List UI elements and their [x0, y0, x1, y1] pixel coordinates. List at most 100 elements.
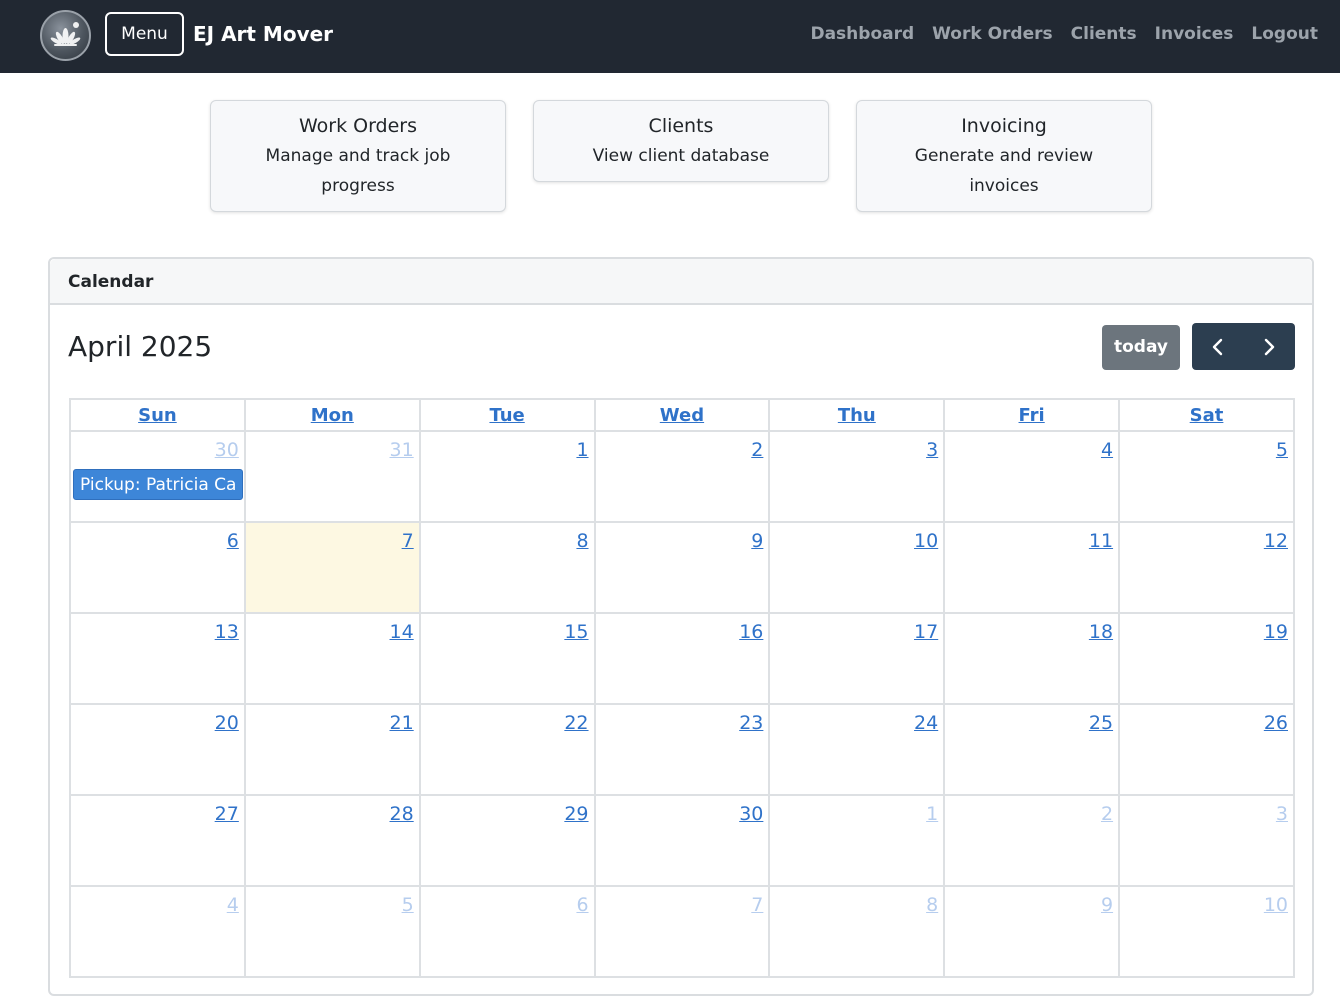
day-number[interactable]: 22 [564, 711, 588, 735]
day-cell[interactable]: 25 [943, 703, 1121, 796]
day-number[interactable]: 3 [926, 438, 938, 462]
day-cell[interactable]: 29 [418, 794, 596, 887]
day-cell[interactable]: 8 [418, 521, 596, 614]
nav-link-invoices[interactable]: Invoices [1155, 22, 1234, 46]
day-cell[interactable]: 18 [943, 612, 1121, 705]
day-number[interactable]: 6 [576, 893, 588, 917]
day-number[interactable]: 26 [1264, 711, 1288, 735]
day-number[interactable]: 12 [1264, 529, 1288, 553]
day-number[interactable]: 29 [564, 802, 588, 826]
day-cell[interactable]: 22 [418, 703, 596, 796]
day-number[interactable]: 6 [227, 529, 239, 553]
day-number[interactable]: 9 [1101, 893, 1113, 917]
day-cell[interactable]: 2 [593, 430, 771, 523]
brand-title[interactable]: EJ Art Mover [193, 20, 333, 48]
nav-link-work-orders[interactable]: Work Orders [932, 22, 1052, 46]
day-cell[interactable]: 6 [69, 521, 246, 614]
day-number[interactable]: 21 [390, 711, 414, 735]
day-number[interactable]: 2 [1101, 802, 1113, 826]
day-number[interactable]: 19 [1264, 620, 1288, 644]
day-cell[interactable]: 14 [243, 612, 421, 705]
day-cell[interactable]: 19 [1118, 612, 1295, 705]
nav-link-logout[interactable]: Logout [1251, 22, 1318, 46]
day-cell[interactable]: 2 [943, 794, 1121, 887]
day-number[interactable]: 10 [1264, 893, 1288, 917]
today-button[interactable]: today [1102, 325, 1180, 370]
day-number[interactable]: 20 [215, 711, 239, 735]
day-number[interactable]: 30 [739, 802, 763, 826]
day-cell[interactable]: 3 [1118, 794, 1295, 887]
day-number[interactable]: 7 [402, 529, 414, 553]
day-cell[interactable]: 1 [418, 430, 596, 523]
next-month-button[interactable] [1243, 323, 1294, 370]
day-cell[interactable]: 26 [1118, 703, 1295, 796]
day-cell[interactable]: 7 [593, 885, 771, 978]
day-number[interactable]: 4 [227, 893, 239, 917]
day-number[interactable]: 3 [1276, 802, 1288, 826]
day-cell[interactable]: 5 [1118, 430, 1295, 523]
day-number[interactable]: 1 [926, 802, 938, 826]
day-number[interactable]: 25 [1089, 711, 1113, 735]
day-cell[interactable]: 9 [943, 885, 1121, 978]
day-cell[interactable]: 27 [69, 794, 246, 887]
day-number[interactable]: 8 [926, 893, 938, 917]
day-number[interactable]: 1 [576, 438, 588, 462]
day-number[interactable]: 16 [739, 620, 763, 644]
work-orders-card[interactable]: Work Orders Manage and track job progres… [210, 100, 506, 212]
day-cell[interactable]: 17 [768, 612, 946, 705]
day-number[interactable]: 7 [751, 893, 763, 917]
nav-link-dashboard[interactable]: Dashboard [810, 22, 914, 46]
day-cell[interactable]: 12 [1118, 521, 1295, 614]
day-cell[interactable]: 30 Pickup: Patricia Ca [69, 430, 246, 523]
day-number[interactable]: 5 [402, 893, 414, 917]
day-number[interactable]: 24 [914, 711, 938, 735]
calendar-event[interactable]: Pickup: Patricia Ca [73, 469, 243, 500]
day-number[interactable]: 28 [390, 802, 414, 826]
day-number[interactable]: 31 [390, 438, 414, 462]
lotus-logo-icon[interactable] [40, 10, 91, 61]
menu-button[interactable]: Menu [105, 12, 184, 56]
day-number[interactable]: 8 [576, 529, 588, 553]
nav-link-clients[interactable]: Clients [1071, 22, 1137, 46]
day-number[interactable]: 17 [914, 620, 938, 644]
day-cell[interactable]: 9 [593, 521, 771, 614]
day-cell[interactable]: 6 [418, 885, 596, 978]
weekday-thu[interactable]: Thu [768, 398, 946, 432]
clients-card[interactable]: Clients View client database [533, 100, 829, 182]
day-cell[interactable]: 3 [768, 430, 946, 523]
day-number[interactable]: 2 [751, 438, 763, 462]
prev-month-button[interactable] [1192, 323, 1243, 370]
day-cell[interactable]: 4 [943, 430, 1121, 523]
day-number[interactable]: 18 [1089, 620, 1113, 644]
day-number[interactable]: 10 [914, 529, 938, 553]
day-cell[interactable]: 5 [243, 885, 421, 978]
day-cell[interactable]: 1 [768, 794, 946, 887]
weekday-wed[interactable]: Wed [593, 398, 771, 432]
day-number[interactable]: 5 [1276, 438, 1288, 462]
day-number[interactable]: 30 [215, 438, 239, 462]
weekday-sat[interactable]: Sat [1118, 398, 1295, 432]
day-cell[interactable]: 23 [593, 703, 771, 796]
day-cell[interactable]: 13 [69, 612, 246, 705]
day-cell[interactable]: 8 [768, 885, 946, 978]
day-cell[interactable]: 31 [243, 430, 421, 523]
day-cell[interactable]: 10 [768, 521, 946, 614]
weekday-mon[interactable]: Mon [243, 398, 421, 432]
day-number[interactable]: 23 [739, 711, 763, 735]
day-cell[interactable]: 11 [943, 521, 1121, 614]
day-cell[interactable]: 24 [768, 703, 946, 796]
day-cell[interactable]: 16 [593, 612, 771, 705]
day-number[interactable]: 14 [390, 620, 414, 644]
day-cell[interactable]: 30 [593, 794, 771, 887]
day-number[interactable]: 15 [564, 620, 588, 644]
day-cell[interactable]: 20 [69, 703, 246, 796]
day-cell[interactable]: 28 [243, 794, 421, 887]
day-number[interactable]: 4 [1101, 438, 1113, 462]
invoicing-card[interactable]: Invoicing Generate and review invoices [856, 100, 1152, 212]
weekday-sun[interactable]: Sun [69, 398, 246, 432]
weekday-tue[interactable]: Tue [418, 398, 596, 432]
day-cell[interactable]: 15 [418, 612, 596, 705]
day-number[interactable]: 27 [215, 802, 239, 826]
day-cell-today[interactable]: 7 [243, 521, 421, 614]
weekday-fri[interactable]: Fri [943, 398, 1121, 432]
